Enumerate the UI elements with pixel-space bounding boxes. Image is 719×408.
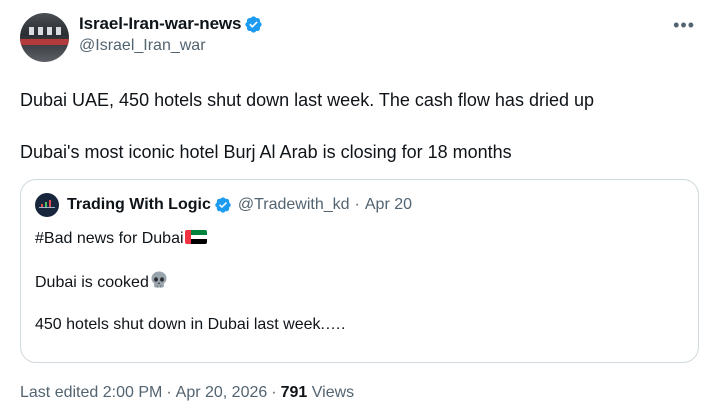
skull-icon <box>151 271 167 288</box>
tweet-header: Israel-Iran-war-news @Israel_Iran_war ••… <box>20 10 699 70</box>
quoted-tweet-header: Trading With Logic @Tradewith_kd · Apr 2… <box>35 193 684 217</box>
flag-uae-icon <box>184 230 207 244</box>
quoted-tweet-date: Apr 20 <box>364 196 413 213</box>
quoted-tweet-text: #Bad news for Dubai Dubai is cooked 450 … <box>35 228 684 336</box>
quoted-author-handle: @Tradewith_kd <box>237 196 350 213</box>
tweet-date[interactable]: Apr 20, 2026 <box>176 384 268 401</box>
quoted-author-display-name: Trading With Logic <box>67 196 211 213</box>
quoted-text-line-3: 450 hotels shut down in Dubai last week.… <box>35 316 346 333</box>
quoted-tweet-card[interactable]: Trading With Logic @Tradewith_kd · Apr 2… <box>20 179 699 363</box>
quoted-text-line-1-text: #Bad news for Dubai <box>35 230 184 247</box>
verified-badge-icon <box>245 15 263 33</box>
footer-separator-2: · <box>271 384 277 401</box>
quoted-text-line-2-text: Dubai is cooked <box>35 274 149 291</box>
quoted-author-avatar <box>35 193 59 217</box>
tweet-footer: Last edited 2:00 PM · Apr 20, 2026 · 791 Vie… <box>20 384 354 402</box>
tweet-text: Dubai UAE, 450 hotels shut down last wee… <box>20 88 699 164</box>
views-label: Views <box>311 384 355 401</box>
quoted-text-line-1: #Bad news for Dubai <box>35 228 684 250</box>
quoted-meta-separator: · <box>354 196 360 213</box>
more-dots-icon[interactable]: ••• <box>673 16 695 34</box>
tweet-text-line-2: Dubai's most iconic hotel Burj Al Arab i… <box>20 142 512 162</box>
views-count: 791 <box>280 384 308 401</box>
author-display-name[interactable]: Israel-Iran-war-news <box>79 14 242 34</box>
author-names: Israel-Iran-war-news @Israel_Iran_war <box>79 14 263 55</box>
quoted-text-line-2: Dubai is cooked <box>35 270 684 294</box>
last-edited-link[interactable]: Last edited 2:00 PM <box>20 384 162 401</box>
verified-badge-icon <box>215 197 231 213</box>
tweet: Israel-Iran-war-news @Israel_Iran_war ••… <box>0 0 719 408</box>
author-avatar[interactable] <box>20 13 69 62</box>
footer-separator: · <box>166 384 172 401</box>
author-handle[interactable]: @Israel_Iran_war <box>79 37 263 55</box>
tweet-text-line-1: Dubai UAE, 450 hotels shut down last wee… <box>20 90 594 110</box>
